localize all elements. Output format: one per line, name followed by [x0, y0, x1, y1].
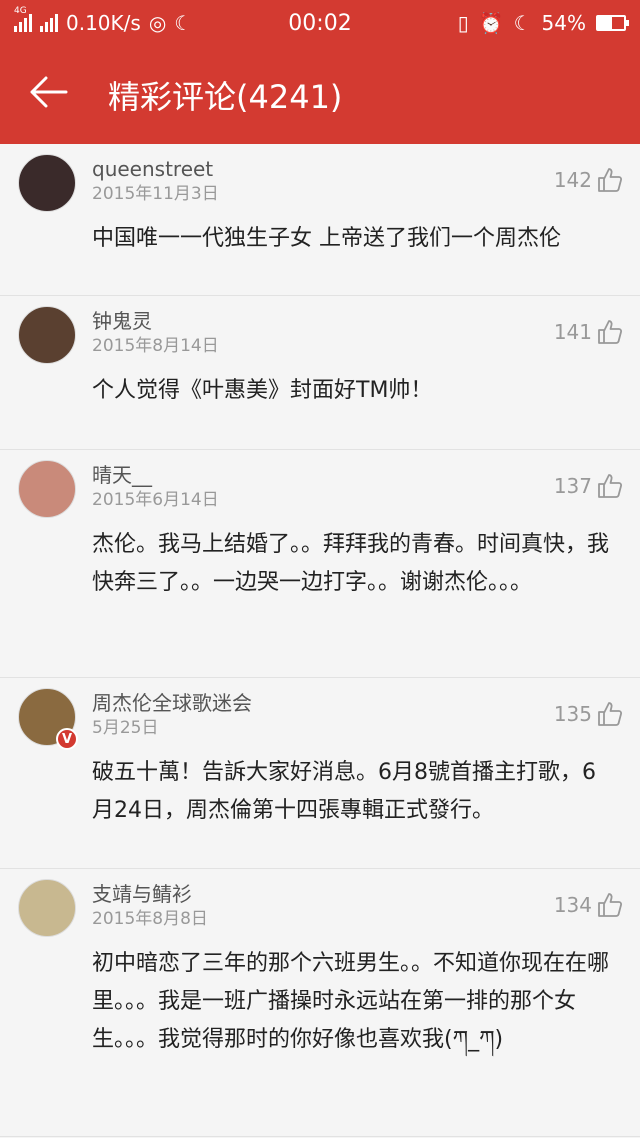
comment-date: 5月25日 — [92, 718, 159, 738]
thumbs-up-icon — [598, 474, 623, 498]
like-button[interactable]: 142 — [554, 166, 624, 194]
comment-username[interactable]: queenstreet — [92, 156, 616, 182]
comment-date: 2015年8月8日 — [92, 909, 208, 929]
moon-icon-2: ☾ — [513, 11, 532, 35]
back-arrow-icon[interactable] — [28, 75, 98, 115]
comment-date: 2015年6月14日 — [92, 490, 219, 510]
thumbs-up-icon — [598, 168, 623, 192]
avatar[interactable] — [18, 306, 76, 364]
comment-item[interactable]: 晴天__ 2015年6月14日 137 杰伦。我马上结婚了。。拜拜我的青春。时间… — [0, 450, 640, 678]
comment-text: 破五十萬！告訴大家好消息。6月8號首播主打歌，6月24日，周杰倫第十四張專輯正式… — [92, 760, 596, 823]
avatar[interactable] — [18, 460, 76, 518]
comment-item[interactable]: 钟鬼灵 2015年8月14日 141 个人觉得《叶惠美》封面好TM帅！ — [0, 296, 640, 450]
comment-username[interactable]: 周杰伦全球歌迷会 — [92, 690, 616, 716]
comment-item[interactable]: 支靖与鲭衫 2015年8月8日 134 初中暗恋了三年的那个六班男生。。不知道你… — [0, 869, 640, 1137]
like-button[interactable]: 134 — [554, 891, 624, 919]
comment-date: 2015年11月3日 — [92, 184, 219, 204]
alarm-icon: ⏰ — [478, 11, 504, 35]
comment-item[interactable]: V 周杰伦全球歌迷会 5月25日 135 破五十萬！告訴大家好消息。6月8號首播… — [0, 678, 640, 869]
like-button[interactable]: 141 — [554, 318, 624, 346]
status-bar: 4G 0.10K/s ◎ ☾ 00:02 ▯ ⏰ ☾ 54% — [0, 0, 640, 46]
comment-text: 个人觉得《叶惠美》封面好TM帅！ — [92, 378, 433, 403]
comment-username[interactable]: 支靖与鲭衫 — [92, 881, 616, 907]
signal-icon: 4G — [14, 6, 32, 32]
comment-list: queenstreet 2015年11月3日 142 中国唯一一代独生子女 上帝… — [0, 144, 640, 1137]
comment-username[interactable]: 晴天__ — [92, 462, 616, 488]
battery-icon — [596, 15, 629, 31]
avatar[interactable] — [18, 154, 76, 212]
comment-item[interactable]: queenstreet 2015年11月3日 142 中国唯一一代独生子女 上帝… — [0, 144, 640, 296]
verified-badge: V — [56, 728, 78, 750]
netease-icon: ◎ — [148, 11, 167, 35]
network-speed: 0.10K/s — [66, 11, 141, 35]
page-title: 精彩评论(4241) — [108, 78, 343, 116]
thumbs-up-icon — [598, 320, 623, 344]
signal-icon-2 — [40, 14, 58, 32]
comment-text: 初中暗恋了三年的那个六班男生。。不知道你现在在哪里。。。我是一班广播操时永远站在… — [92, 951, 610, 1052]
app-header: 精彩评论(4241) — [0, 46, 640, 144]
like-count: 135 — [553, 702, 592, 726]
vibrate-icon: ▯ — [457, 11, 469, 35]
comment-text: 杰伦。我马上结婚了。。拜拜我的青春。时间真快，我快奔三了。。一边哭一边打字。。谢… — [92, 532, 610, 595]
network-type-label: 4G — [14, 6, 27, 16]
avatar[interactable] — [18, 879, 76, 937]
like-count: 137 — [553, 474, 592, 498]
like-button[interactable]: 137 — [554, 472, 624, 500]
like-count: 141 — [553, 320, 592, 344]
clock: 00:02 — [288, 10, 352, 36]
like-button[interactable]: 135 — [554, 700, 624, 728]
thumbs-up-icon — [598, 893, 623, 917]
moon-icon: ☾ — [174, 11, 193, 35]
comment-text: 中国唯一一代独生子女 上帝送了我们一个周杰伦 — [92, 226, 561, 251]
like-count: 142 — [553, 168, 592, 192]
comment-date: 2015年8月14日 — [92, 336, 219, 356]
thumbs-up-icon — [598, 702, 623, 726]
status-left: 4G 0.10K/s ◎ ☾ — [14, 6, 218, 35]
status-right: ▯ ⏰ ☾ 54% — [422, 11, 629, 35]
like-count: 134 — [553, 893, 592, 917]
comment-username[interactable]: 钟鬼灵 — [92, 308, 616, 334]
battery-percent: 54% — [541, 11, 586, 35]
